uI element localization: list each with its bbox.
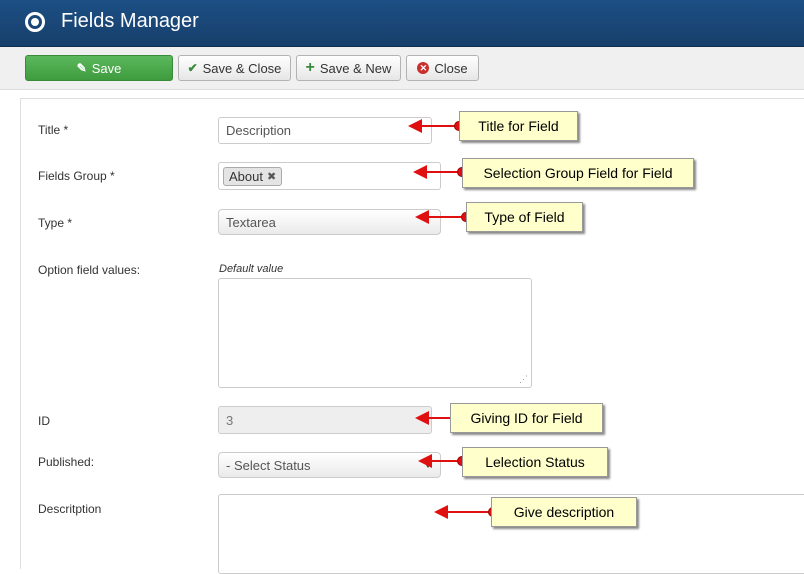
- title-callout-text: Title for Field: [478, 118, 559, 134]
- toolbar: ✎ Save ✔ Save & Close + Save & New ✕ Clo…: [0, 47, 804, 90]
- joomla-logo-icon: [25, 12, 45, 32]
- id-callout-text: Giving ID for Field: [470, 410, 583, 426]
- group-tag: About ✖: [223, 166, 283, 186]
- close-button[interactable]: ✕ Close: [406, 55, 479, 81]
- id-input-value: 3: [226, 412, 234, 428]
- app-header: Fields Manager: [0, 0, 804, 47]
- published-label: Published:: [38, 455, 95, 469]
- title-label: Title *: [38, 123, 69, 137]
- type-select-value: Textarea: [226, 214, 276, 230]
- type-label: Type *: [38, 216, 73, 230]
- title-arrow: [408, 119, 464, 133]
- description-label: Descritption: [38, 502, 102, 516]
- type-callout-text: Type of Field: [484, 209, 565, 225]
- description-callout: Give description: [491, 497, 637, 527]
- save-button[interactable]: ✎ Save: [25, 55, 173, 81]
- id-callout: Giving ID for Field: [450, 403, 603, 433]
- group-callout: Selection Group Field for Field: [462, 158, 694, 188]
- group-callout-text: Selection Group Field for Field: [483, 165, 673, 181]
- save-new-button[interactable]: + Save & New: [296, 55, 401, 81]
- group-arrow: [413, 165, 467, 179]
- edit-icon: ✎: [76, 61, 87, 75]
- save-close-button[interactable]: ✔ Save & Close: [178, 55, 291, 81]
- fields-group-select[interactable]: About ✖: [218, 162, 441, 190]
- default-value-textarea[interactable]: ⋰: [218, 278, 532, 388]
- plus-icon: +: [305, 59, 315, 76]
- status-callout-text: Lelection Status: [485, 454, 585, 470]
- title-callout: Title for Field: [459, 111, 578, 141]
- title-input-value: Description: [226, 123, 292, 138]
- type-callout: Type of Field: [466, 202, 583, 232]
- close-circle-icon: ✕: [417, 62, 430, 74]
- default-value-label: Default value: [219, 263, 284, 275]
- check-icon: ✔: [187, 61, 198, 75]
- status-arrow: [418, 454, 467, 468]
- published-select-value: - Select Status: [226, 457, 311, 473]
- group-tag-label: About: [229, 168, 263, 184]
- description-arrow: [434, 505, 498, 519]
- fields-group-label: Fields Group *: [38, 169, 115, 183]
- status-callout: Lelection Status: [462, 447, 608, 477]
- published-select[interactable]: - Select Status: [218, 452, 441, 478]
- save-close-button-label: Save & Close: [202, 60, 282, 76]
- page-title: Fields Manager: [61, 10, 199, 32]
- type-select[interactable]: Textarea: [218, 209, 441, 235]
- remove-tag-icon[interactable]: ✖: [267, 170, 276, 183]
- option-values-label: Option field values:: [38, 263, 141, 277]
- resize-grip-icon[interactable]: ⋰: [519, 374, 528, 385]
- save-button-label: Save: [91, 60, 122, 76]
- close-button-label: Close: [434, 60, 468, 76]
- id-label: ID: [38, 414, 50, 428]
- title-input[interactable]: Description: [218, 117, 432, 144]
- type-arrow: [415, 210, 471, 224]
- id-input: 3: [218, 406, 432, 434]
- save-new-button-label: Save & New: [319, 60, 392, 76]
- description-callout-text: Give description: [513, 504, 615, 520]
